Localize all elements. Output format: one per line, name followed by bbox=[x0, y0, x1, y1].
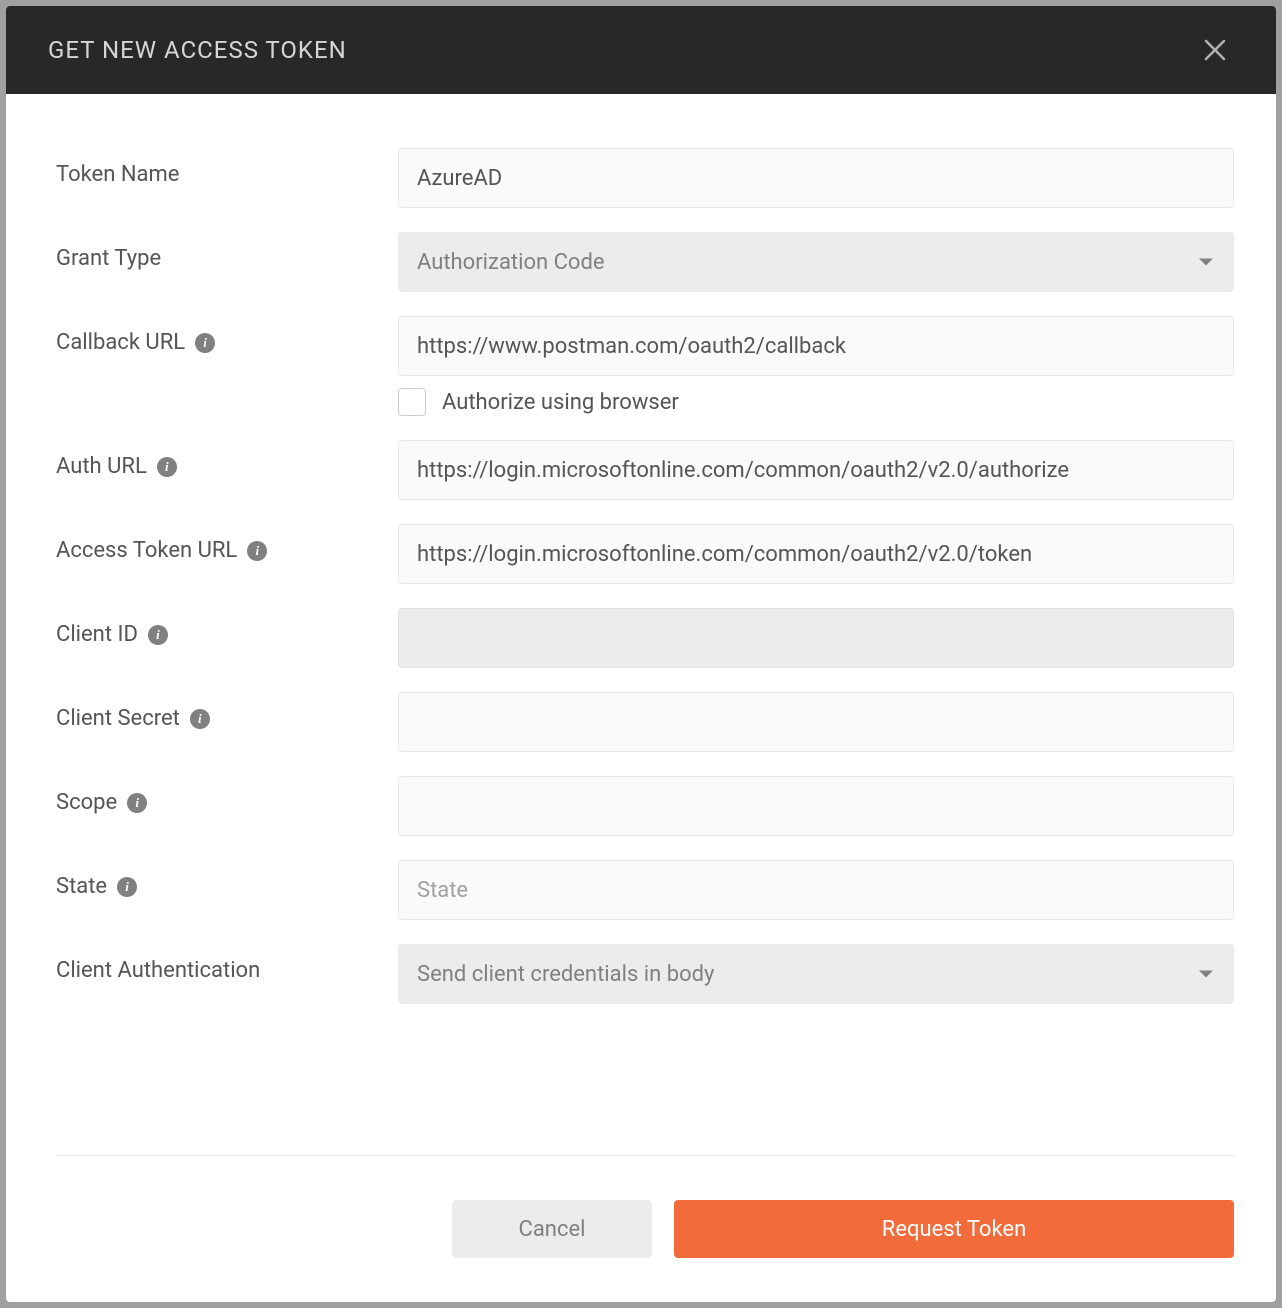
grant-type-label: Grant Type bbox=[56, 232, 398, 271]
info-icon[interactable]: i bbox=[157, 457, 177, 477]
authorize-browser-label: Authorize using browser bbox=[442, 390, 679, 415]
client-secret-label: Client Secret i bbox=[56, 692, 398, 731]
callback-url-input[interactable] bbox=[398, 316, 1234, 376]
info-icon[interactable]: i bbox=[247, 541, 267, 561]
scope-row: Scope i bbox=[56, 776, 1234, 836]
client-id-row: Client ID i bbox=[56, 608, 1234, 668]
request-token-button[interactable]: Request Token bbox=[674, 1200, 1234, 1258]
info-icon[interactable]: i bbox=[127, 793, 147, 813]
close-button[interactable] bbox=[1196, 30, 1234, 70]
client-secret-row: Client Secret i bbox=[56, 692, 1234, 752]
callback-url-label: Callback URL i bbox=[56, 316, 398, 355]
client-authentication-label: Client Authentication bbox=[56, 944, 398, 983]
info-icon[interactable]: i bbox=[195, 333, 215, 353]
scope-label: Scope i bbox=[56, 776, 398, 815]
authorize-browser-checkbox[interactable] bbox=[398, 388, 426, 416]
client-authentication-row: Client Authentication Send client creden… bbox=[56, 944, 1234, 1004]
grant-type-value: Authorization Code bbox=[398, 232, 1234, 292]
auth-url-row: Auth URL i bbox=[56, 440, 1234, 500]
client-secret-input[interactable] bbox=[398, 692, 1234, 752]
client-authentication-select[interactable]: Send client credentials in body bbox=[398, 944, 1234, 1004]
authorize-browser-row: Authorize using browser bbox=[398, 388, 1234, 416]
dialog-footer: Cancel Request Token bbox=[56, 1155, 1234, 1302]
close-icon bbox=[1204, 39, 1226, 61]
scope-input[interactable] bbox=[398, 776, 1234, 836]
client-id-input[interactable] bbox=[398, 608, 1234, 668]
access-token-dialog: GET NEW ACCESS TOKEN Token Name Grant Ty… bbox=[6, 6, 1276, 1302]
state-input[interactable] bbox=[398, 860, 1234, 920]
info-icon[interactable]: i bbox=[117, 877, 137, 897]
client-authentication-value: Send client credentials in body bbox=[398, 944, 1234, 1004]
state-label: State i bbox=[56, 860, 398, 899]
grant-type-row: Grant Type Authorization Code bbox=[56, 232, 1234, 292]
access-token-url-input[interactable] bbox=[398, 524, 1234, 584]
state-row: State i bbox=[56, 860, 1234, 920]
access-token-url-label: Access Token URL i bbox=[56, 524, 398, 563]
info-icon[interactable]: i bbox=[190, 709, 210, 729]
auth-url-input[interactable] bbox=[398, 440, 1234, 500]
token-name-label: Token Name bbox=[56, 148, 398, 187]
dialog-content: Token Name Grant Type Authorization Code bbox=[6, 94, 1276, 1115]
token-name-input[interactable] bbox=[398, 148, 1234, 208]
dialog-header: GET NEW ACCESS TOKEN bbox=[6, 6, 1276, 94]
grant-type-select[interactable]: Authorization Code bbox=[398, 232, 1234, 292]
access-token-url-row: Access Token URL i bbox=[56, 524, 1234, 584]
callback-url-row: Callback URL i bbox=[56, 316, 1234, 376]
dialog-title: GET NEW ACCESS TOKEN bbox=[48, 36, 347, 64]
client-id-label: Client ID i bbox=[56, 608, 398, 647]
cancel-button[interactable]: Cancel bbox=[452, 1200, 652, 1258]
info-icon[interactable]: i bbox=[148, 625, 168, 645]
auth-url-label: Auth URL i bbox=[56, 440, 398, 479]
token-name-row: Token Name bbox=[56, 148, 1234, 208]
